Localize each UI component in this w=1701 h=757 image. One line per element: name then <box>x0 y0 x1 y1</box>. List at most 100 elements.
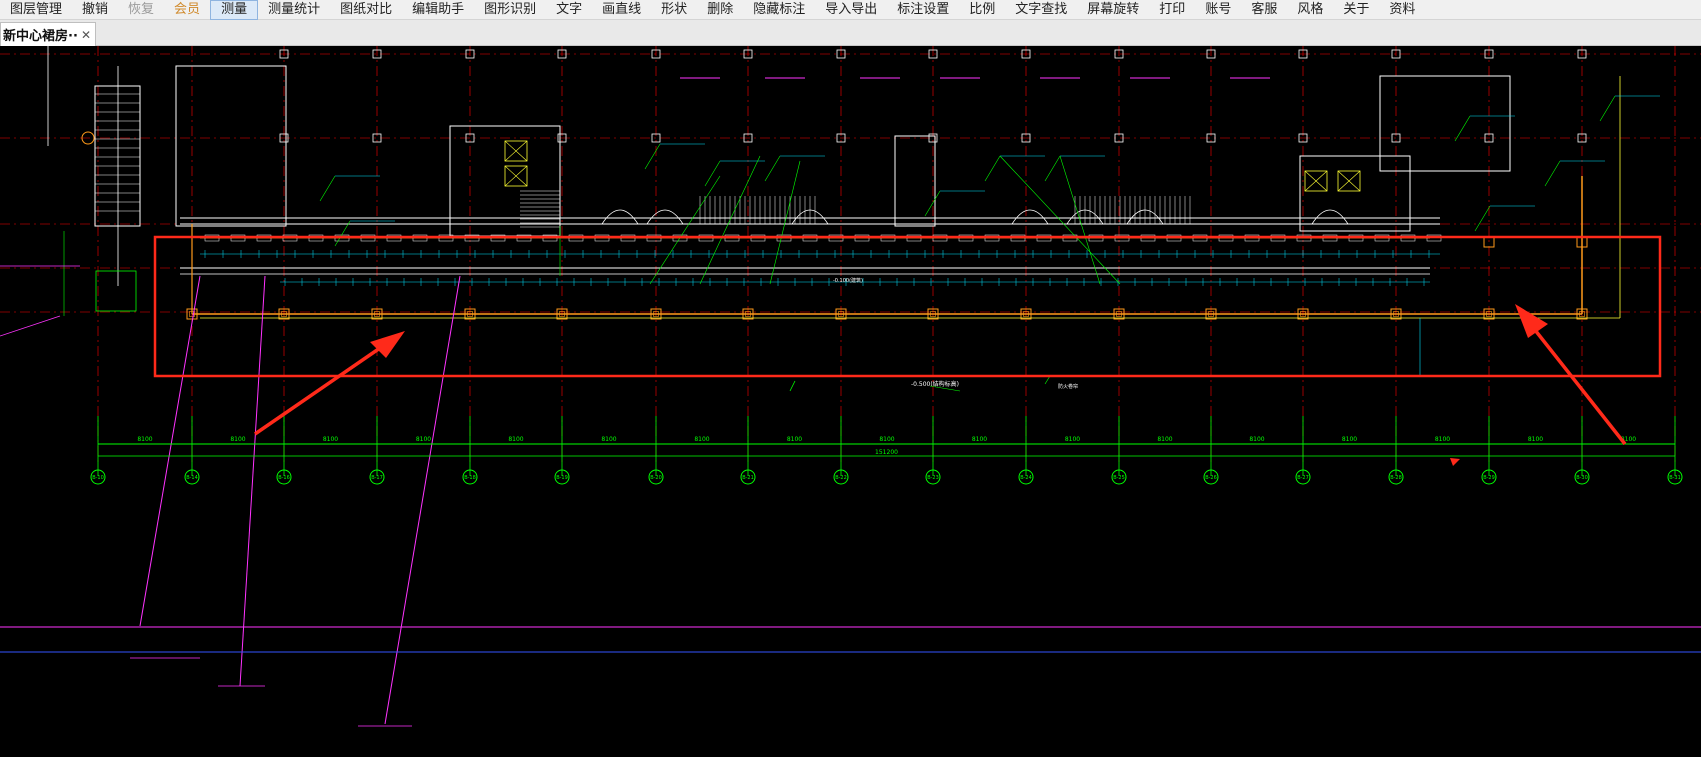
menu-import-export[interactable]: 导入导出 <box>815 0 887 20</box>
menu-layer-manage[interactable]: 图层管理 <box>0 0 72 20</box>
grid-axis-label-17: B-31 <box>1669 475 1681 481</box>
grid-axis-label-1: B-14 <box>186 475 198 481</box>
arch-opening-0 <box>601 209 639 225</box>
menu-style[interactable]: 风格 <box>1287 0 1333 20</box>
arch-opening-3 <box>1011 209 1049 225</box>
grid-axis-label-4: B-18 <box>464 475 476 481</box>
menu-about[interactable]: 关于 <box>1333 0 1379 20</box>
menu-undo[interactable]: 撤销 <box>72 0 118 20</box>
grid-axis-label-6: B-20 <box>650 475 662 481</box>
menu-member[interactable]: 会员 <box>164 0 210 20</box>
menu-screen-rotate[interactable]: 屏幕旋转 <box>1077 0 1149 20</box>
leader-note-arrow-9 <box>1599 95 1616 122</box>
core-stair-right <box>1299 155 1411 232</box>
leader-note-arrow-7 <box>1454 115 1471 142</box>
fire-shutter-note: 防火卷帘 <box>1058 383 1078 390</box>
grid-span-label-0: 8100 <box>137 436 152 443</box>
menu-delete[interactable]: 删除 <box>697 0 743 20</box>
grid-span-label-7: 8100 <box>787 436 802 443</box>
grid-axis-label-13: B-27 <box>1297 475 1309 481</box>
menu-resources[interactable]: 资料 <box>1379 0 1425 20</box>
grid-span-label-10: 8100 <box>1065 436 1080 443</box>
grid-span-label-12: 8100 <box>1249 436 1264 443</box>
elevation-note-small: -0.100(建筑) <box>833 277 863 284</box>
menu-draw-line[interactable]: 画直线 <box>592 0 651 20</box>
menu-scale[interactable]: 比例 <box>959 0 1005 20</box>
document-tab-bar: 新中心裙房··· ✕ <box>0 20 1701 46</box>
document-tab-title: 新中心裙房··· <box>3 29 77 44</box>
grid-axis-label-14: B-28 <box>1390 475 1402 481</box>
grid-axis-label-3: B-17 <box>371 475 383 481</box>
close-icon[interactable]: ✕ <box>81 28 91 42</box>
magenta-leader-1 <box>139 275 201 627</box>
menu-edit-assistant[interactable]: 编辑助手 <box>402 0 474 20</box>
grid-axis-label-12: B-26 <box>1205 475 1217 481</box>
cad-drawing[interactable]: B-10 B-14 B-16 B-17 B-18 B-19 B-20 B-21 B-22 B-23… <box>0 46 1701 753</box>
leader-note-arrow-0 <box>644 143 661 170</box>
grid-span-label-9: 8100 <box>972 436 987 443</box>
leader-note-arrow-8 <box>1544 160 1561 187</box>
grid-axis-label-0: B-10 <box>92 475 104 481</box>
leader-note-arrow-10 <box>1474 205 1491 232</box>
grid-span-label-15: 8100 <box>1528 436 1543 443</box>
menu-account[interactable]: 账号 <box>1195 0 1241 20</box>
grid-span-label-3: 8100 <box>416 436 431 443</box>
grid-span-label-1: 8100 <box>230 436 245 443</box>
menu-measure-stats[interactable]: 测量统计 <box>258 0 330 20</box>
menu-hide-annotation[interactable]: 隐藏标注 <box>743 0 815 20</box>
green-leader-2 <box>769 160 801 285</box>
magenta-line-left-2 <box>0 315 61 337</box>
menu-annotation-settings[interactable]: 标注设置 <box>887 0 959 20</box>
leader-note-arrow-1 <box>704 160 721 187</box>
grid-total-span-label: 151200 <box>875 449 898 456</box>
grid-span-label-2: 8100 <box>323 436 338 443</box>
grid-axis-label-8: B-22 <box>835 475 847 481</box>
magenta-leader-2 <box>239 275 266 687</box>
green-leader-3 <box>1059 155 1101 285</box>
menu-shape-recognition[interactable]: 图形识别 <box>474 0 546 20</box>
green-leader-1 <box>699 155 761 285</box>
arch-opening-1 <box>646 209 684 225</box>
grid-axis-label-15: B-29 <box>1483 475 1495 481</box>
annotation-arrow-right-shaft <box>1533 328 1627 446</box>
left-stair-box <box>95 270 137 312</box>
grid-axis-label-5: B-19 <box>556 475 568 481</box>
leader-note-arrow-2 <box>764 155 781 182</box>
annotation-arrow-left-head <box>370 331 405 358</box>
core-left-outline <box>175 65 287 227</box>
grid-span-label-5: 8100 <box>601 436 616 443</box>
grid-span-label-13: 8100 <box>1342 436 1357 443</box>
highlight-rectangle <box>153 235 1662 378</box>
grid-span-label-8: 8100 <box>879 436 894 443</box>
grid-axis-label-2: B-16 <box>278 475 290 481</box>
annotation-arrow-right-head <box>1515 304 1548 338</box>
grid-span-label-6: 8100 <box>694 436 709 443</box>
leader-note-arrow-11 <box>334 220 351 247</box>
core-stair-center <box>894 135 936 227</box>
core-toilet-right <box>1379 75 1511 172</box>
grid-axis-label-16: B-30 <box>1576 475 1588 481</box>
cad-drawing-canvas[interactable]: B-10 B-14 B-16 B-17 B-18 B-19 B-20 B-21 B-22 B-23… <box>0 46 1701 753</box>
menu-text-search[interactable]: 文字查找 <box>1005 0 1077 20</box>
menu-print[interactable]: 打印 <box>1149 0 1195 20</box>
menu-shape[interactable]: 形状 <box>651 0 697 20</box>
annotation-arrow-left-shaft <box>254 346 381 436</box>
menu-measure[interactable]: 测量 <box>210 0 259 20</box>
leader-note-arrow-5 <box>319 175 336 202</box>
menu-bar: 图层管理 撤销 恢复 会员 测量 测量统计 图纸对比 编辑助手 图形识别 文字 画直线 形状 删除 隐藏标… <box>0 0 1701 20</box>
small-green-mark <box>789 380 796 392</box>
green-leader-4 <box>999 155 1121 285</box>
menu-redo: 恢复 <box>128 1 155 17</box>
grid-axis-label-10: B-24 <box>1020 475 1032 481</box>
leader-note-arrow-3 <box>984 155 1001 182</box>
arch-opening-6 <box>1311 209 1349 225</box>
small-red-marker <box>1450 458 1460 466</box>
menu-drawing-compare[interactable]: 图纸对比 <box>330 0 402 20</box>
leader-note-arrow-4 <box>1044 155 1061 182</box>
menu-text[interactable]: 文字 <box>546 0 592 20</box>
grid-axis-label-9: B-23 <box>927 475 939 481</box>
menu-support[interactable]: 客服 <box>1241 0 1287 20</box>
document-tab[interactable]: 新中心裙房··· ✕ <box>0 22 96 46</box>
grid-span-label-14: 8100 <box>1435 436 1450 443</box>
grid-span-label-11: 8100 <box>1157 436 1172 443</box>
